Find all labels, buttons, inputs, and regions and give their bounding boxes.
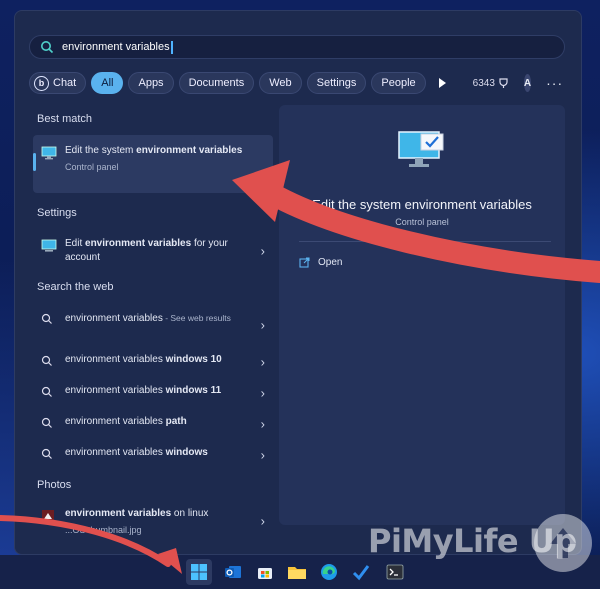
terminal-icon[interactable] <box>382 559 408 585</box>
monitor-settings-icon <box>41 239 57 256</box>
rewards-points[interactable]: 6343 <box>473 78 509 89</box>
web-search-icon <box>41 355 57 370</box>
filter-people[interactable]: People <box>371 72 426 94</box>
web-result-2[interactable]: environment variables windows 11 › <box>33 380 273 406</box>
filter-apps[interactable]: Apps <box>128 72 174 94</box>
text-caret <box>170 40 173 54</box>
detail-subtitle: Control panel <box>395 217 449 227</box>
settings-heading: Settings <box>37 207 77 219</box>
best-match-title-bold: environment variables <box>136 145 243 156</box>
system-properties-large-icon <box>397 130 445 177</box>
web-result-1-bold: windows 10 <box>165 354 222 365</box>
open-label: Open <box>318 257 343 268</box>
web-result-4-bold: windows <box>165 447 208 458</box>
web-result-4[interactable]: environment variables windows › <box>33 442 273 468</box>
chat-chip[interactable]: b Chat <box>29 72 87 94</box>
search-web-heading: Search the web <box>37 281 114 293</box>
filter-settings[interactable]: Settings <box>306 72 367 94</box>
more-options-icon[interactable]: ··· <box>546 76 563 90</box>
photo-result-bold: environment variables <box>65 508 172 519</box>
web-search-icon <box>41 386 57 401</box>
bing-chat-icon: b <box>34 75 49 91</box>
photo-result[interactable]: environment variables on linux ...OS thum… <box>33 503 273 539</box>
web-result-2-bold: windows 11 <box>165 385 222 396</box>
todo-check-icon[interactable] <box>348 559 374 585</box>
web-search-icon <box>41 448 57 463</box>
search-panel: environment variables b Chat All Apps Do… <box>14 10 582 555</box>
web-result-3-plain: environment variables <box>65 416 166 427</box>
web-result-4-plain: environment variables <box>65 447 166 458</box>
web-result-0-text: environment variables - See web results <box>65 311 255 326</box>
best-match-text: Edit the system environment variables Co… <box>65 144 255 174</box>
web-result-2-plain: environment variables <box>65 385 166 396</box>
detail-pane: Edit the system environment variables Co… <box>279 105 565 525</box>
system-properties-icon <box>41 146 57 163</box>
watermark-text: PiMyLife Up <box>368 522 577 560</box>
web-result-4-text: environment variables windows <box>65 446 255 460</box>
web-result-1[interactable]: environment variables windows 10 › <box>33 349 273 375</box>
best-match-result[interactable]: Edit the system environment variables Co… <box>33 135 273 193</box>
photo-thumbnail-icon <box>41 509 57 526</box>
web-result-1-text: environment variables windows 10 <box>65 353 255 367</box>
settings-bold: environment variables <box>85 238 192 249</box>
chat-label: Chat <box>53 77 77 89</box>
trophy-icon <box>499 77 508 88</box>
detail-title: Edit the system environment variables <box>312 197 532 212</box>
search-icon <box>40 40 54 54</box>
search-input[interactable]: environment variables <box>29 35 565 59</box>
points-value: 6343 <box>472 77 495 89</box>
filter-documents[interactable]: Documents <box>178 72 255 94</box>
best-match-heading: Best match <box>37 113 93 125</box>
web-result-3-text: environment variables path <box>65 415 255 429</box>
chevron-right-icon: › <box>260 385 265 401</box>
chevron-right-icon: › <box>260 243 265 259</box>
best-match-title-plain: Edit the system <box>65 145 137 156</box>
chevron-right-icon: › <box>260 416 265 432</box>
edge-browser-icon[interactable] <box>316 559 342 585</box>
settings-text: Edit environment variables for your acco… <box>65 237 255 265</box>
web-result-1-plain: environment variables <box>65 354 166 365</box>
settings-prefix: Edit <box>65 238 86 249</box>
account-avatar[interactable]: A <box>523 74 532 92</box>
settings-result[interactable]: Edit environment variables for your acco… <box>33 233 273 269</box>
open-external-icon <box>299 257 310 268</box>
more-filters-play-icon[interactable] <box>438 78 446 88</box>
photo-result-text: environment variables on linux ...OS thum… <box>65 507 255 537</box>
chevron-right-icon: › <box>260 513 265 529</box>
file-explorer-icon[interactable] <box>284 559 310 585</box>
best-match-subtitle: Control panel <box>65 162 119 172</box>
chevron-right-icon: › <box>260 447 265 463</box>
outlook-icon[interactable] <box>220 559 246 585</box>
filter-bar: b Chat All Apps Documents Web Settings P… <box>29 71 569 95</box>
detail-divider <box>299 241 551 242</box>
open-action[interactable]: Open <box>299 257 342 268</box>
web-result-0[interactable]: environment variables - See web results … <box>33 307 273 343</box>
web-search-icon <box>41 313 57 328</box>
web-result-3[interactable]: environment variables path › <box>33 411 273 437</box>
web-result-0-bold: environment variables <box>65 313 163 324</box>
start-button-windows-icon[interactable] <box>186 559 212 585</box>
taskbar <box>0 555 600 589</box>
store-icon[interactable] <box>252 559 278 585</box>
web-search-icon <box>41 417 57 432</box>
filter-all[interactable]: All <box>91 72 124 94</box>
search-query: environment variables <box>62 41 170 53</box>
web-result-3-bold: path <box>165 416 187 427</box>
photos-heading: Photos <box>37 479 72 491</box>
chevron-right-icon: › <box>260 317 265 333</box>
web-result-0-plain: - See web results <box>162 313 231 323</box>
filter-web[interactable]: Web <box>259 72 302 94</box>
photo-file-name: ...OS thumbnail.jpg <box>65 525 142 535</box>
chevron-right-icon: › <box>260 354 265 370</box>
photo-result-plain: on linux <box>171 508 209 519</box>
web-result-2-text: environment variables windows 11 <box>65 384 255 398</box>
